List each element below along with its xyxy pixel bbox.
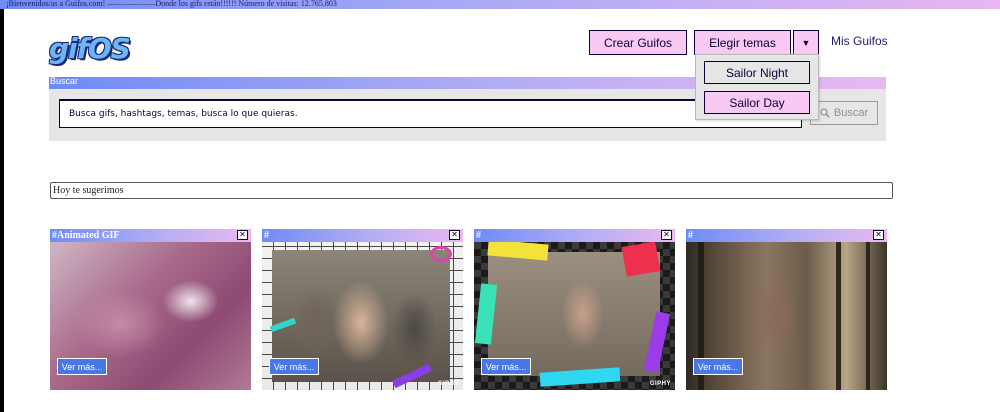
search-icon: [820, 108, 830, 118]
search-section-title: Buscar: [50, 76, 79, 86]
close-icon[interactable]: ✕: [873, 230, 884, 240]
mis-guifos-link[interactable]: Mis Guifos: [831, 34, 888, 48]
suggestions-header: Hoy te sugerimos: [50, 182, 893, 199]
close-icon[interactable]: ✕: [661, 230, 672, 240]
ver-mas-button[interactable]: Ver más...: [481, 358, 531, 375]
ver-mas-button[interactable]: Ver más...: [269, 358, 319, 375]
gif-tag: #Animated GIF: [52, 230, 120, 241]
gif-card-header: #Animated GIF: [50, 229, 251, 242]
chevron-down-icon: ▼: [801, 37, 811, 48]
crear-guifos-button[interactable]: Crear Guifos: [589, 30, 687, 55]
themes-dropdown: Sailor Night Sailor Day: [695, 54, 819, 120]
gif-card: # ✕ Ver más...: [686, 229, 887, 390]
ver-mas-button[interactable]: Ver más...: [693, 358, 743, 375]
close-icon[interactable]: ✕: [237, 230, 248, 240]
gif-card-header: #: [262, 229, 463, 242]
welcome-text: ¡Bienvenidos/as a Guifos.com! ——————Dond…: [6, 0, 337, 8]
search-input[interactable]: Busca gifs, hashtags, temas, busca lo qu…: [59, 99, 802, 128]
temas-dropdown-toggle[interactable]: ▼: [793, 30, 819, 55]
giphy-watermark: GIPHY: [649, 381, 671, 387]
gif-card-header: #: [474, 229, 675, 242]
gifos-logo[interactable]: gifOS: [49, 31, 131, 67]
gif-card: # ✕ Ver más... GIPHY: [474, 229, 675, 390]
close-icon[interactable]: ✕: [449, 230, 460, 240]
elegir-temas-button[interactable]: Elegir temas: [694, 30, 791, 55]
gif-tag: #: [264, 230, 269, 241]
gif-tag: #: [476, 230, 481, 241]
theme-option-sailor-night[interactable]: Sailor Night: [704, 61, 810, 84]
gif-card: # ✕ Ver más... GIPHY: [262, 229, 463, 390]
gif-tag: #: [688, 230, 693, 241]
logo-text: gifOS: [49, 32, 131, 65]
giphy-watermark: GIPHY: [437, 381, 459, 387]
gif-card-header: #: [686, 229, 887, 242]
search-placeholder: Busca gifs, hashtags, temas, busca lo qu…: [69, 109, 298, 119]
window-edge: [0, 9, 4, 412]
suggestions-label: Hoy te sugerimos: [53, 185, 124, 196]
welcome-banner: ¡Bienvenidos/as a Guifos.com! ——————Dond…: [0, 0, 1000, 9]
search-button[interactable]: Buscar: [810, 101, 878, 125]
search-button-label: Buscar: [833, 107, 869, 119]
gif-card: #Animated GIF ✕ Ver más...: [50, 229, 251, 390]
theme-option-sailor-day[interactable]: Sailor Day: [704, 91, 810, 114]
ver-mas-button[interactable]: Ver más...: [57, 358, 107, 375]
